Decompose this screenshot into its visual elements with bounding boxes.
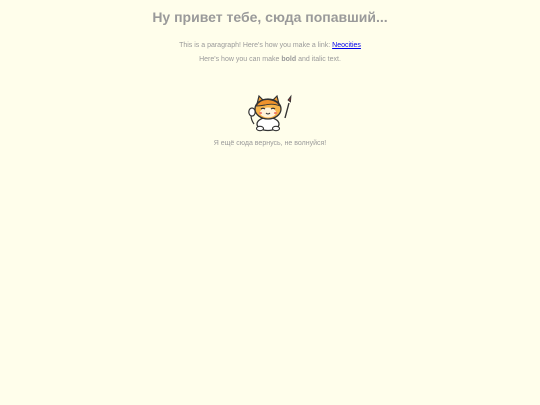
intro-paragraph: This is a paragraph! Here's how you make… xyxy=(0,41,540,51)
intro-text: This is a paragraph! Here's how you make… xyxy=(179,42,333,49)
page: Ну привет тебе, сюда попавший... This is… xyxy=(0,0,540,405)
page-title: Ну привет тебе, сюда попавший... xyxy=(152,9,388,25)
return-message: Я ещё сюда вернусь, не волнуйся! xyxy=(213,140,327,147)
neocities-cat-mascot-image xyxy=(247,94,293,132)
neocities-link[interactable]: Neocities xyxy=(332,42,361,49)
cat-mascot-icon xyxy=(248,94,292,132)
bold-text: bold xyxy=(281,56,297,63)
formatting-text-after: and italic text. xyxy=(296,56,341,63)
formatting-paragraph: Here's how you can make bold and italic … xyxy=(0,55,540,65)
formatting-text-before: Here's how you can make xyxy=(199,56,282,63)
